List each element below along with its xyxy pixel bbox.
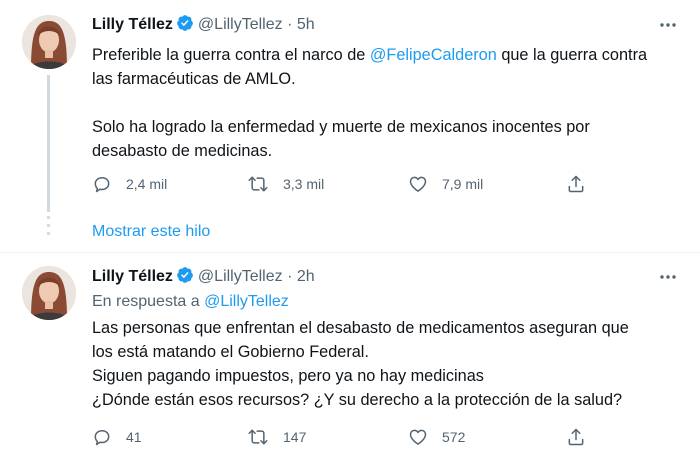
- retweet-button[interactable]: 3,3 mil: [247, 173, 324, 195]
- author-name[interactable]: Lilly Téllez: [92, 16, 173, 33]
- share-button[interactable]: [566, 173, 586, 195]
- share-icon: [566, 174, 586, 194]
- retweet-icon: [247, 174, 269, 194]
- author-handle[interactable]: @LillyTellez: [198, 16, 283, 33]
- replying-prefix: En respuesta a: [92, 293, 205, 310]
- tweet-text: Preferible la guerra contra el narco de …: [92, 43, 682, 163]
- avatar[interactable]: [22, 266, 76, 320]
- retweet-button[interactable]: 147: [247, 426, 306, 448]
- time-separator: ·: [287, 16, 293, 33]
- tweet-time[interactable]: 2h: [297, 268, 315, 285]
- reply-count: 2,4 mil: [126, 176, 168, 192]
- heart-icon: [408, 427, 428, 447]
- thread-line: [47, 75, 50, 212]
- author-name[interactable]: Lilly Téllez: [92, 268, 173, 285]
- thread-connector-dots: [47, 216, 50, 240]
- retweet-count: 147: [283, 429, 307, 445]
- time-separator: ·: [287, 268, 293, 285]
- text-line: que la guerra contra: [496, 46, 648, 64]
- text-line: las farmacéuticas de AMLO.: [92, 70, 296, 88]
- like-count: 572: [442, 429, 466, 445]
- author-handle[interactable]: @LillyTellez: [198, 268, 283, 285]
- tweet-actions: 41 147 572: [92, 426, 592, 448]
- mention-link[interactable]: @FelipeCalderon: [370, 46, 497, 64]
- tweet-text: Las personas que enfrentan el desabasto …: [92, 316, 682, 412]
- tweet-header: Lilly Téllez @LillyTellez · 2h: [92, 266, 315, 288]
- reply-button[interactable]: 41: [92, 426, 142, 448]
- text-line: Solo ha logrado la enfermedad y muerte d…: [92, 118, 590, 136]
- text-line: los está matando el Gobierno Federal.: [92, 343, 369, 361]
- show-thread-link[interactable]: Mostrar este hilo: [92, 221, 210, 243]
- reply-button[interactable]: 2,4 mil: [92, 173, 167, 195]
- text-line: Siguen pagando impuestos, pero ya no hay…: [92, 367, 484, 385]
- text-line: ¿Dónde están esos recursos? ¿Y su derech…: [92, 391, 623, 409]
- share-icon: [566, 427, 586, 447]
- reply-icon: [92, 427, 112, 447]
- text-line: Preferible la guerra contra el narco de: [92, 46, 370, 64]
- verified-badge-icon: [176, 266, 194, 291]
- more-options-icon[interactable]: [658, 269, 678, 285]
- tweet-actions: 2,4 mil 3,3 mil 7,9 mil: [92, 173, 592, 195]
- retweet-icon: [247, 427, 269, 447]
- text-line: Las personas que enfrentan el desabasto …: [92, 319, 629, 337]
- tweet-2[interactable]: Lilly Téllez @LillyTellez · 2h En respues…: [0, 253, 700, 458]
- replying-to-link[interactable]: @LillyTellez: [204, 293, 289, 310]
- like-count: 7,9 mil: [442, 176, 484, 192]
- reply-count: 41: [126, 429, 142, 445]
- more-options-icon[interactable]: [658, 17, 678, 33]
- verified-badge-icon: [176, 14, 194, 39]
- retweet-count: 3,3 mil: [283, 176, 325, 192]
- reply-icon: [92, 174, 112, 194]
- tweet-1[interactable]: Lilly Téllez @LillyTellez · 5h Preferible…: [0, 0, 700, 212]
- replying-to: En respuesta a @LillyTellez: [92, 291, 289, 313]
- text-line: desabasto de medicinas.: [92, 142, 273, 160]
- avatar[interactable]: [22, 15, 76, 69]
- like-button[interactable]: 572: [408, 426, 465, 448]
- share-button[interactable]: [566, 426, 586, 448]
- heart-icon: [408, 174, 428, 194]
- tweet-time[interactable]: 5h: [297, 16, 315, 33]
- tweet-header: Lilly Téllez @LillyTellez · 5h: [92, 14, 315, 36]
- like-button[interactable]: 7,9 mil: [408, 173, 483, 195]
